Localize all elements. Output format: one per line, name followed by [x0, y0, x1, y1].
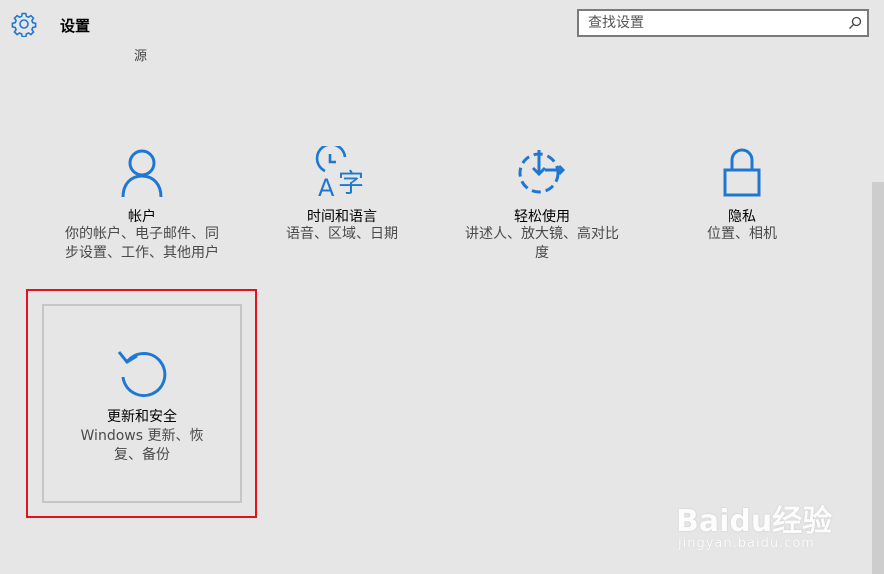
page-title: 设置	[60, 17, 91, 35]
tile-ease-of-access[interactable]: 轻松使用 讲述人、放大镜、高对比度	[442, 140, 642, 290]
tile-description: Windows 更新、恢复、备份	[80, 428, 204, 463]
svg-text:字: 字	[338, 169, 364, 199]
search-box[interactable]	[577, 9, 869, 37]
tile-description: 你的帐户、电子邮件、同步设置、工作、其他用户	[65, 226, 219, 261]
baidu-watermark: Baidu经验 jingyan.baidu.com	[676, 478, 836, 558]
ease-of-access-icon	[518, 150, 566, 194]
search-input[interactable]	[579, 11, 839, 35]
tile-title: 更新和安全	[107, 409, 177, 425]
header-bar: 设置	[0, 0, 884, 48]
tile-title: 轻松使用	[514, 209, 570, 225]
time-language-icon: A 字	[315, 146, 364, 200]
refresh-icon	[117, 351, 167, 398]
svg-text:A: A	[318, 174, 335, 200]
scrollbar[interactable]	[872, 182, 884, 574]
tile-title: 时间和语言	[307, 209, 377, 225]
tile-description: 位置、相机	[707, 226, 777, 242]
tile-description: 讲述人、放大镜、高对比度	[465, 226, 619, 261]
tile-time-language[interactable]: A 字 时间和语言 语音、区域、日期	[242, 140, 442, 290]
tile-accounts[interactable]: 帐户 你的帐户、电子邮件、同步设置、工作、其他用户	[42, 140, 242, 290]
tile-privacy[interactable]: 隐私 位置、相机	[642, 140, 842, 290]
clipped-text: 源	[134, 49, 148, 64]
person-icon	[121, 149, 163, 198]
search-icon[interactable]	[847, 15, 863, 31]
gear-icon[interactable]	[11, 11, 37, 37]
lock-icon	[723, 148, 761, 197]
watermark-logo: Baidu经验	[676, 504, 833, 539]
tile-update-security[interactable]: 更新和安全 Windows 更新、恢复、备份	[42, 304, 242, 503]
tile-description: 语音、区域、日期	[286, 226, 398, 242]
watermark-url: jingyan.baidu.com	[678, 536, 815, 551]
tile-title: 帐户	[128, 209, 156, 225]
tile-title: 隐私	[728, 209, 756, 225]
